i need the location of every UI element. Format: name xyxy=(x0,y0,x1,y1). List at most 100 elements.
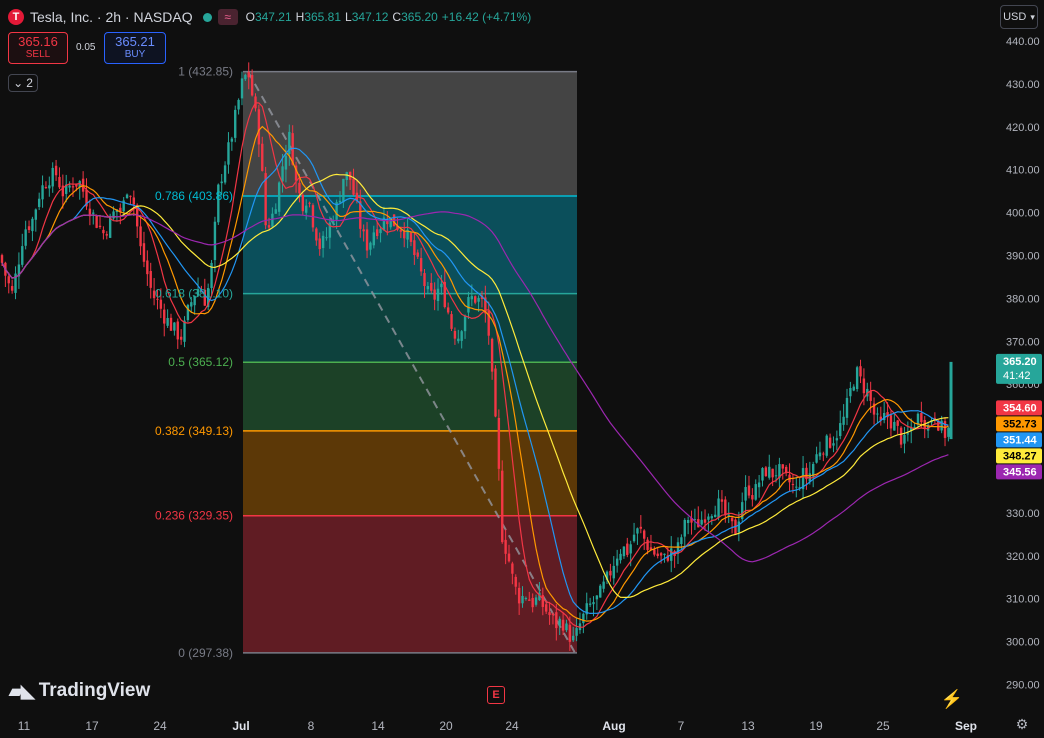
time-tick-label: 24 xyxy=(153,719,167,733)
candle-body xyxy=(271,213,274,227)
fib-level-label: 0.5 (365.12) xyxy=(168,355,233,369)
candle-body xyxy=(31,218,34,232)
candle-body xyxy=(839,423,842,437)
candle-body xyxy=(835,438,839,441)
candle-body xyxy=(575,628,578,636)
candle-body xyxy=(220,181,223,184)
candle-body xyxy=(261,143,264,171)
ohlc-value: 347.12 xyxy=(351,10,389,24)
price-chart[interactable]: 1 (432.85) 0.786 (403.86) 0.618 (381.10) 0.… xyxy=(0,0,1044,738)
candle-body xyxy=(379,229,382,234)
candle-body xyxy=(24,229,27,246)
buy-button[interactable]: 365.21 BUY xyxy=(104,32,166,64)
candle-body xyxy=(497,417,501,469)
candle-body xyxy=(166,318,169,326)
candle-body xyxy=(615,558,619,566)
currency-selector[interactable]: USD ▾ xyxy=(1000,5,1038,29)
candle-body xyxy=(352,178,355,195)
fibonacci-labels: 1 (432.85) 0.786 (403.86) 0.618 (381.10) 0.… xyxy=(155,65,233,660)
candle-body xyxy=(68,185,71,188)
candle-body xyxy=(514,576,517,587)
candle-body xyxy=(227,142,230,165)
candle-body xyxy=(490,338,494,372)
time-axis: 11 17 24 Jul 8 14 20 24 Aug 7 13 19 25 Sep xyxy=(18,719,977,733)
candle-body xyxy=(599,585,602,598)
candle-body xyxy=(345,172,348,181)
candle-body xyxy=(450,314,453,329)
candle-body xyxy=(754,484,757,500)
candle-body xyxy=(710,516,713,519)
candle-body xyxy=(663,553,666,555)
candle-body xyxy=(524,598,528,600)
candle-body xyxy=(815,454,818,463)
gear-icon[interactable]: ⚙ xyxy=(1014,716,1030,732)
candle-body xyxy=(318,238,321,250)
candle-body xyxy=(34,209,37,220)
candle-body xyxy=(859,366,862,377)
candle-body xyxy=(757,482,761,488)
candle-body xyxy=(173,322,176,331)
wave-icon[interactable]: ≈ xyxy=(217,9,238,25)
candle-body xyxy=(849,387,852,397)
candle-body xyxy=(403,231,406,239)
tv-logo-icon: ▰◣ xyxy=(9,680,35,701)
candle-body xyxy=(342,178,345,203)
candle-body xyxy=(761,468,764,481)
symbol-title[interactable]: Tesla, Inc. · 2h · NASDAQ xyxy=(30,9,193,25)
candle-body xyxy=(568,624,572,642)
candle-body xyxy=(521,595,524,604)
candle-body xyxy=(223,165,227,183)
candle-body xyxy=(436,288,440,301)
candle-body xyxy=(720,499,724,502)
candle-body xyxy=(588,603,592,605)
ohlc-key: C xyxy=(392,10,402,24)
candle-body xyxy=(558,618,561,626)
earnings-marker[interactable]: E xyxy=(487,686,505,704)
candle-body xyxy=(609,570,612,576)
time-tick-label: 19 xyxy=(809,719,823,733)
candle-body xyxy=(511,563,514,574)
lightning-icon[interactable]: ⚡ xyxy=(940,688,964,710)
candle-body xyxy=(58,176,61,188)
fib-zone xyxy=(243,430,577,516)
candle-body xyxy=(362,229,365,232)
fib-zone xyxy=(243,293,577,363)
time-tick-label: 25 xyxy=(876,719,890,733)
candle-body xyxy=(37,198,41,207)
candle-body xyxy=(791,484,795,486)
sell-button[interactable]: 365.16 SELL xyxy=(8,32,68,64)
candle-body xyxy=(619,553,622,561)
candle-body xyxy=(629,544,632,554)
ohlc-value: 365.20 xyxy=(401,10,438,24)
indicators-toggle[interactable]: ⌄ 2 xyxy=(8,74,38,92)
candle-body xyxy=(822,453,825,455)
candle-body xyxy=(230,138,234,142)
time-tick-label: 11 xyxy=(18,719,31,733)
candle-body xyxy=(855,367,859,389)
price-axis-labels: 365.20 41:42 354.60 352.73 351.44 348.27 345.5… xyxy=(996,353,1042,480)
tradingview-logo[interactable]: ▰◣ TradingView xyxy=(9,680,150,702)
candle-body xyxy=(548,612,551,616)
price-tick-label: 290.00 xyxy=(1006,680,1040,692)
chevron-down-icon: ▾ xyxy=(1030,11,1035,22)
candle-body xyxy=(876,413,879,415)
market-open-dot-icon xyxy=(202,12,212,22)
buy-label: BUY xyxy=(124,49,146,60)
countdown-text: 41:42 xyxy=(1003,370,1031,382)
price-tick-label: 300.00 xyxy=(1006,637,1040,649)
candle-body xyxy=(541,595,544,607)
candle-body xyxy=(139,226,142,247)
candle-body xyxy=(771,468,774,478)
ohlc-key: L xyxy=(345,10,352,24)
time-tick-label: 14 xyxy=(371,719,385,733)
candle-body xyxy=(176,321,179,340)
candle-body xyxy=(582,613,585,624)
candle-body xyxy=(453,330,457,339)
candle-body xyxy=(916,413,920,425)
candle-body xyxy=(947,427,950,437)
candle-body xyxy=(768,466,771,478)
candle-body xyxy=(10,286,14,291)
candle-body xyxy=(659,553,663,556)
candle-body xyxy=(680,537,683,544)
price-tick-label: 310.00 xyxy=(1006,594,1040,606)
